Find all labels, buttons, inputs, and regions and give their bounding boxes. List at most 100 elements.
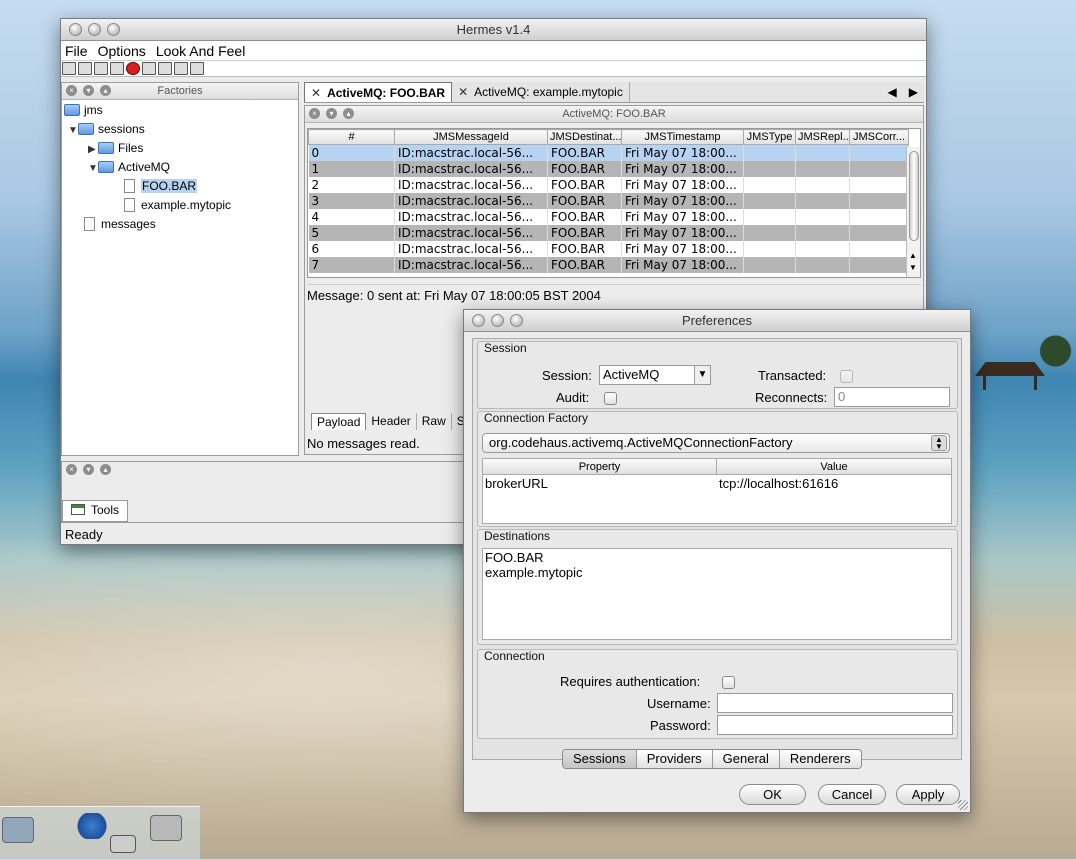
dock-window-icon[interactable] (110, 835, 136, 853)
hermes-titlebar[interactable]: Hermes v1.4 (61, 19, 926, 41)
close-window-button[interactable] (472, 314, 485, 327)
column-header[interactable]: JMSDestinat... (547, 129, 622, 145)
expanded-triangle-icon[interactable]: ▼ (88, 160, 98, 178)
chat-icon[interactable] (190, 62, 204, 75)
tab-tools[interactable]: Tools (62, 500, 129, 522)
copy-icon[interactable] (110, 62, 124, 75)
browse-icon[interactable] (62, 62, 76, 75)
tree-node-sessions[interactable]: ▼ sessions (68, 120, 145, 138)
tab-payload[interactable]: Payload (311, 413, 367, 430)
table-row[interactable]: 2 ID:macstrac.local-56... FOO.BAR Fri May 0… (308, 176, 909, 193)
table-row[interactable]: 0 ID:macstrac.local-56... FOO.BAR Fri May 0… (308, 144, 909, 161)
panel-minimize-icon[interactable]: ▾ (83, 464, 94, 475)
scroll-down-icon[interactable]: ▼ (909, 263, 917, 272)
transacted-checkbox[interactable] (840, 370, 853, 383)
panel-float-icon[interactable]: ▴ (343, 108, 354, 119)
column-header[interactable]: # (308, 129, 395, 145)
list-icon[interactable] (94, 62, 108, 75)
table-scrollbar[interactable]: ▲ ▼ (906, 147, 920, 277)
refresh-icon[interactable] (142, 62, 156, 75)
column-header[interactable]: JMSType (743, 129, 796, 145)
table-row[interactable]: brokerURL tcp://localhost:61616 (483, 475, 951, 492)
column-header[interactable]: JMSCorr... (849, 129, 909, 145)
audit-checkbox[interactable] (604, 392, 617, 405)
table-row[interactable]: 6 ID:macstrac.local-56... FOO.BAR Fri May 0… (308, 240, 909, 257)
menu-look-and-feel[interactable]: Look And Feel (156, 43, 246, 59)
scrollbar-thumb[interactable] (909, 151, 919, 241)
list-item[interactable]: FOO.BAR (485, 550, 949, 565)
table-row[interactable]: 5 ID:macstrac.local-56... FOO.BAR Fri May 0… (308, 224, 909, 241)
no-messages-status: No messages read. (307, 436, 420, 451)
tab-activemq-example-mytopic[interactable]: ✕ ActiveMQ: example.mytopic (452, 82, 630, 102)
panel-close-icon[interactable]: × (66, 464, 77, 475)
panel-close-icon[interactable]: × (309, 108, 320, 119)
zoom-window-button[interactable] (510, 314, 523, 327)
transacted-label: Transacted: (758, 368, 827, 383)
minimize-window-button[interactable] (491, 314, 504, 327)
list-item[interactable]: example.mytopic (485, 565, 949, 580)
destinations-list[interactable]: FOO.BAR example.mytopic (482, 548, 952, 640)
scroll-tabs-left-icon[interactable]: ◀ (882, 82, 903, 102)
tree-node-jms[interactable]: jms (64, 101, 103, 119)
tree-node-activemq[interactable]: ▼ ActiveMQ (88, 158, 170, 176)
dock-app-icon[interactable] (2, 817, 34, 843)
username-field[interactable] (717, 693, 953, 713)
save-icon[interactable] (78, 62, 92, 75)
property-name: brokerURL (485, 476, 548, 491)
tree-node-messages[interactable]: messages (84, 215, 156, 233)
dock-image-icon[interactable] (150, 815, 182, 841)
cancel-button[interactable]: Cancel (818, 784, 886, 805)
tab-header[interactable]: Header (366, 413, 417, 430)
menu-options[interactable]: Options (98, 43, 146, 59)
expanded-triangle-icon[interactable]: ▼ (68, 122, 78, 140)
property-header[interactable]: Property (483, 459, 717, 474)
tools-icon[interactable] (174, 62, 188, 75)
requires-auth-checkbox[interactable] (722, 676, 735, 689)
scroll-tabs-right-icon[interactable]: ▶ (903, 82, 924, 102)
scroll-up-icon[interactable]: ▲ (909, 251, 917, 260)
resize-grip-icon[interactable] (958, 800, 968, 810)
session-select[interactable]: ActiveMQ ▼ (599, 365, 711, 385)
password-field[interactable] (717, 715, 953, 735)
tree-node-files[interactable]: ▶ Files (88, 139, 143, 157)
panel-close-icon[interactable]: × (66, 85, 77, 96)
panel-minimize-icon[interactable]: ▾ (83, 85, 94, 96)
apply-button[interactable]: Apply (896, 784, 960, 805)
tab-activemq-foo-bar[interactable]: ✕ ActiveMQ: FOO.BAR (304, 82, 453, 102)
zoom-window-button[interactable] (107, 23, 120, 36)
column-header[interactable]: JMSTimestamp (621, 129, 744, 145)
panel-minimize-icon[interactable]: ▾ (326, 108, 337, 119)
reconnects-field[interactable]: 0 (834, 387, 950, 407)
close-tab-icon[interactable]: ✕ (458, 85, 468, 99)
panel-float-icon[interactable]: ▴ (100, 464, 111, 475)
table-cell: Fri May 07 18:00... (621, 144, 744, 161)
connection-factory-select[interactable]: org.codehaus.activemq.ActiveMQConnection… (482, 433, 950, 453)
table-row[interactable]: 7 ID:macstrac.local-56... FOO.BAR Fri May 0… (308, 256, 909, 273)
table-row[interactable]: 3 ID:macstrac.local-56... FOO.BAR Fri May 0… (308, 192, 909, 209)
tab-sessions[interactable]: Sessions (563, 750, 637, 768)
close-tab-icon[interactable]: ✕ (311, 86, 321, 100)
tab-providers[interactable]: Providers (636, 750, 713, 768)
minimize-window-button[interactable] (88, 23, 101, 36)
tab-renderers[interactable]: Renderers (779, 750, 861, 768)
preferences-titlebar[interactable]: Preferences (464, 310, 970, 332)
property-value[interactable]: tcp://localhost:61616 (717, 475, 951, 492)
ok-button[interactable]: OK (739, 784, 806, 805)
home-icon[interactable] (158, 62, 172, 75)
menu-file[interactable]: File (65, 43, 88, 59)
collapsed-triangle-icon[interactable]: ▶ (88, 141, 98, 159)
close-window-button[interactable] (69, 23, 82, 36)
value-header[interactable]: Value (717, 459, 951, 474)
tab-raw[interactable]: Raw (417, 413, 452, 430)
table-row[interactable]: 4 ID:macstrac.local-56... FOO.BAR Fri May 0… (308, 208, 909, 225)
stop-icon[interactable] (126, 62, 140, 75)
tree-node-example-mytopic[interactable]: example.mytopic (124, 196, 231, 214)
auth-label: Requires authentication: (560, 674, 701, 689)
column-header[interactable]: JMSRepl... (795, 129, 850, 145)
table-row[interactable]: 1 ID:macstrac.local-56... FOO.BAR Fri May 0… (308, 160, 909, 177)
tree-node-foo-bar[interactable]: FOO.BAR (124, 177, 198, 195)
panel-float-icon[interactable]: ▴ (100, 85, 111, 96)
globe-icon[interactable] (76, 813, 108, 839)
column-header[interactable]: JMSMessageId (394, 129, 548, 145)
tab-general[interactable]: General (712, 750, 780, 768)
